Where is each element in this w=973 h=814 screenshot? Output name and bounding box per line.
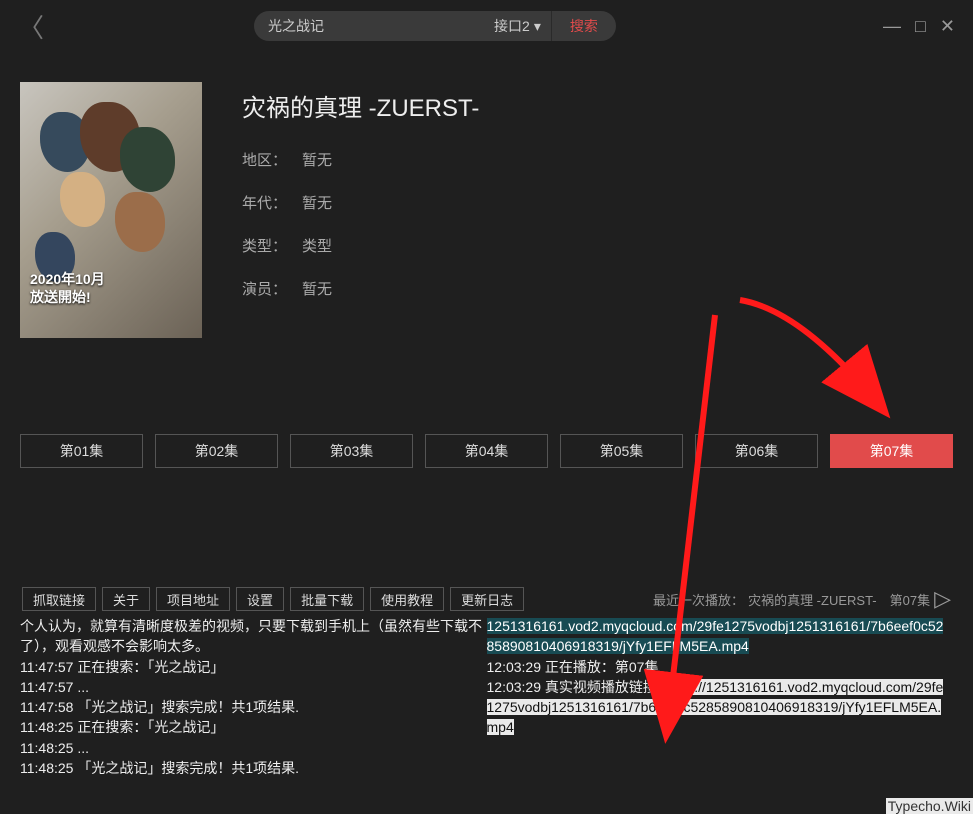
episode-button-6[interactable]: 第06集 bbox=[695, 434, 818, 468]
log-left-line: 11:48:25 正在搜索：「光之战记」 bbox=[20, 717, 483, 737]
region-label: 地区： bbox=[242, 149, 302, 170]
log-real-link-label: 12:03:29 真实视频播放链接： bbox=[487, 679, 671, 695]
cast-label: 演员： bbox=[242, 278, 302, 299]
episode-button-3[interactable]: 第03集 bbox=[290, 434, 413, 468]
watermark: Typecho.Wiki bbox=[886, 798, 973, 814]
search-button[interactable]: 搜索 bbox=[551, 11, 616, 41]
episode-button-4[interactable]: 第04集 bbox=[425, 434, 548, 468]
toolbar-button-6[interactable]: 更新日志 bbox=[450, 587, 524, 611]
last-play-value: 灾祸的真理 -ZUERST- 第07集 bbox=[748, 590, 930, 609]
episode-button-7[interactable]: 第07集 bbox=[830, 434, 953, 468]
episode-button-2[interactable]: 第02集 bbox=[155, 434, 278, 468]
log-playing-line: 12:03:29 正在播放：第07集 bbox=[487, 659, 659, 675]
chevron-down-icon: ▾ bbox=[534, 18, 541, 35]
region-value: 暂无 bbox=[302, 149, 332, 170]
interface-label: 接口2 bbox=[494, 16, 530, 36]
toolbar-button-1[interactable]: 关于 bbox=[102, 587, 150, 611]
minimize-icon[interactable]: — bbox=[883, 16, 901, 37]
log-url-highlight: 1251316161.vod2.myqcloud.com/29fe1275vod… bbox=[487, 618, 944, 654]
type-value: 类型 bbox=[302, 235, 332, 256]
maximize-icon[interactable]: □ bbox=[915, 16, 926, 37]
search-input[interactable] bbox=[254, 11, 484, 41]
media-title: 灾祸的真理 -ZUERST- bbox=[242, 88, 479, 123]
log-left-line: 11:47:57 ... bbox=[20, 677, 483, 697]
poster-badge-line1: 2020年10月 bbox=[30, 270, 105, 288]
log-left-line: 11:48:25 「光之战记」搜索完成！共1项结果. bbox=[20, 758, 483, 778]
log-left-line: 11:47:57 正在搜索：「光之战记」 bbox=[20, 657, 483, 677]
type-label: 类型： bbox=[242, 235, 302, 256]
log-left-line: 11:47:58 「光之战记」搜索完成！共1项结果. bbox=[20, 697, 483, 717]
poster-image: 2020年10月 放送開始! bbox=[20, 82, 202, 338]
episode-button-5[interactable]: 第05集 bbox=[560, 434, 683, 468]
toolbar-button-4[interactable]: 批量下载 bbox=[290, 587, 364, 611]
back-icon[interactable]: 〈 bbox=[18, 8, 44, 45]
interface-select[interactable]: 接口2 ▾ bbox=[484, 11, 551, 41]
toolbar-button-5[interactable]: 使用教程 bbox=[370, 587, 444, 611]
toolbar-button-3[interactable]: 设置 bbox=[236, 587, 284, 611]
toolbar-button-2[interactable]: 项目地址 bbox=[156, 587, 230, 611]
log-left-line: 11:48:25 ... bbox=[20, 738, 483, 758]
year-label: 年代： bbox=[242, 192, 302, 213]
cast-value: 暂无 bbox=[302, 278, 332, 299]
last-play-label: 最近一次播放： bbox=[653, 590, 744, 609]
episode-button-1[interactable]: 第01集 bbox=[20, 434, 143, 468]
log-right-panel: 1251316161.vod2.myqcloud.com/29fe1275vod… bbox=[487, 614, 954, 780]
toolbar-button-0[interactable]: 抓取链接 bbox=[22, 587, 96, 611]
log-left-line: 个人认为，就算有清晰度极差的视频，只要下载到手机上（虽然有些下载不了），观看观感… bbox=[20, 616, 483, 657]
year-value: 暂无 bbox=[302, 192, 332, 213]
poster-badge-line2: 放送開始! bbox=[30, 288, 105, 306]
log-left-panel: 个人认为，就算有清晰度极差的视频，只要下载到手机上（虽然有些下载不了），观看观感… bbox=[20, 614, 487, 780]
close-icon[interactable]: ✕ bbox=[940, 16, 955, 37]
play-icon[interactable]: ▷ bbox=[934, 586, 951, 612]
